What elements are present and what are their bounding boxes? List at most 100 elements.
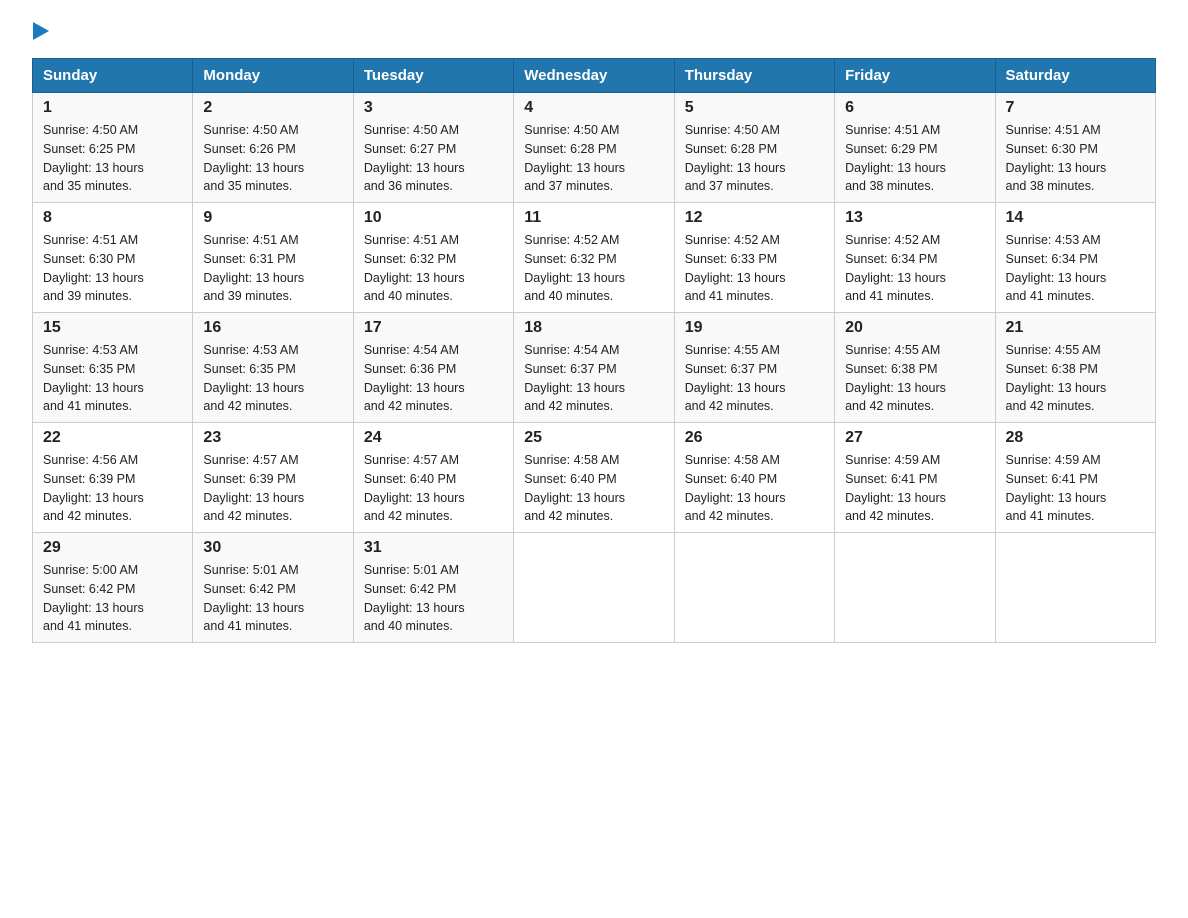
calendar-cell: 2 Sunrise: 4:50 AMSunset: 6:26 PMDayligh… (193, 93, 353, 203)
day-number: 17 (364, 319, 503, 337)
day-info: Sunrise: 4:51 AMSunset: 6:31 PMDaylight:… (203, 233, 304, 303)
calendar-cell: 12 Sunrise: 4:52 AMSunset: 6:33 PMDaylig… (674, 203, 834, 313)
day-number: 2 (203, 99, 342, 117)
calendar-week-row: 15 Sunrise: 4:53 AMSunset: 6:35 PMDaylig… (33, 313, 1156, 423)
calendar-table: SundayMondayTuesdayWednesdayThursdayFrid… (32, 58, 1156, 643)
calendar-cell: 1 Sunrise: 4:50 AMSunset: 6:25 PMDayligh… (33, 93, 193, 203)
day-number: 20 (845, 319, 984, 337)
day-number: 22 (43, 429, 182, 447)
day-info: Sunrise: 4:59 AMSunset: 6:41 PMDaylight:… (845, 453, 946, 523)
calendar-cell: 20 Sunrise: 4:55 AMSunset: 6:38 PMDaylig… (835, 313, 995, 423)
day-info: Sunrise: 4:54 AMSunset: 6:36 PMDaylight:… (364, 343, 465, 413)
day-number: 13 (845, 209, 984, 227)
calendar-header-friday: Friday (835, 59, 995, 93)
day-number: 3 (364, 99, 503, 117)
day-number: 16 (203, 319, 342, 337)
calendar-header-tuesday: Tuesday (353, 59, 513, 93)
calendar-cell: 27 Sunrise: 4:59 AMSunset: 6:41 PMDaylig… (835, 423, 995, 533)
day-info: Sunrise: 4:56 AMSunset: 6:39 PMDaylight:… (43, 453, 144, 523)
day-number: 6 (845, 99, 984, 117)
day-info: Sunrise: 4:50 AMSunset: 6:28 PMDaylight:… (524, 123, 625, 193)
day-info: Sunrise: 4:55 AMSunset: 6:38 PMDaylight:… (845, 343, 946, 413)
day-info: Sunrise: 4:58 AMSunset: 6:40 PMDaylight:… (685, 453, 786, 523)
calendar-header-row: SundayMondayTuesdayWednesdayThursdayFrid… (33, 59, 1156, 93)
day-info: Sunrise: 4:52 AMSunset: 6:32 PMDaylight:… (524, 233, 625, 303)
calendar-cell: 29 Sunrise: 5:00 AMSunset: 6:42 PMDaylig… (33, 533, 193, 643)
day-info: Sunrise: 4:52 AMSunset: 6:33 PMDaylight:… (685, 233, 786, 303)
day-info: Sunrise: 5:00 AMSunset: 6:42 PMDaylight:… (43, 563, 144, 633)
day-info: Sunrise: 5:01 AMSunset: 6:42 PMDaylight:… (203, 563, 304, 633)
day-number: 24 (364, 429, 503, 447)
day-info: Sunrise: 4:50 AMSunset: 6:28 PMDaylight:… (685, 123, 786, 193)
day-number: 15 (43, 319, 182, 337)
day-info: Sunrise: 4:53 AMSunset: 6:35 PMDaylight:… (203, 343, 304, 413)
day-number: 8 (43, 209, 182, 227)
day-info: Sunrise: 4:50 AMSunset: 6:25 PMDaylight:… (43, 123, 144, 193)
calendar-cell: 26 Sunrise: 4:58 AMSunset: 6:40 PMDaylig… (674, 423, 834, 533)
calendar-cell (835, 533, 995, 643)
day-info: Sunrise: 4:57 AMSunset: 6:40 PMDaylight:… (364, 453, 465, 523)
day-number: 25 (524, 429, 663, 447)
day-number: 14 (1006, 209, 1145, 227)
calendar-cell: 16 Sunrise: 4:53 AMSunset: 6:35 PMDaylig… (193, 313, 353, 423)
day-number: 4 (524, 99, 663, 117)
calendar-cell: 19 Sunrise: 4:55 AMSunset: 6:37 PMDaylig… (674, 313, 834, 423)
day-info: Sunrise: 4:54 AMSunset: 6:37 PMDaylight:… (524, 343, 625, 413)
day-info: Sunrise: 4:50 AMSunset: 6:27 PMDaylight:… (364, 123, 465, 193)
day-number: 19 (685, 319, 824, 337)
day-number: 12 (685, 209, 824, 227)
day-number: 11 (524, 209, 663, 227)
calendar-cell: 25 Sunrise: 4:58 AMSunset: 6:40 PMDaylig… (514, 423, 674, 533)
day-info: Sunrise: 4:52 AMSunset: 6:34 PMDaylight:… (845, 233, 946, 303)
day-number: 27 (845, 429, 984, 447)
day-info: Sunrise: 4:55 AMSunset: 6:38 PMDaylight:… (1006, 343, 1107, 413)
calendar-cell (995, 533, 1155, 643)
calendar-cell: 11 Sunrise: 4:52 AMSunset: 6:32 PMDaylig… (514, 203, 674, 313)
calendar-cell (674, 533, 834, 643)
calendar-cell (514, 533, 674, 643)
day-info: Sunrise: 4:51 AMSunset: 6:30 PMDaylight:… (1006, 123, 1107, 193)
calendar-cell: 3 Sunrise: 4:50 AMSunset: 6:27 PMDayligh… (353, 93, 513, 203)
calendar-cell: 18 Sunrise: 4:54 AMSunset: 6:37 PMDaylig… (514, 313, 674, 423)
calendar-cell: 4 Sunrise: 4:50 AMSunset: 6:28 PMDayligh… (514, 93, 674, 203)
calendar-header-sunday: Sunday (33, 59, 193, 93)
day-info: Sunrise: 4:51 AMSunset: 6:32 PMDaylight:… (364, 233, 465, 303)
day-info: Sunrise: 4:59 AMSunset: 6:41 PMDaylight:… (1006, 453, 1107, 523)
calendar-cell: 30 Sunrise: 5:01 AMSunset: 6:42 PMDaylig… (193, 533, 353, 643)
calendar-week-row: 1 Sunrise: 4:50 AMSunset: 6:25 PMDayligh… (33, 93, 1156, 203)
logo-arrow-icon (33, 22, 49, 40)
day-number: 10 (364, 209, 503, 227)
calendar-week-row: 8 Sunrise: 4:51 AMSunset: 6:30 PMDayligh… (33, 203, 1156, 313)
day-number: 30 (203, 539, 342, 557)
calendar-cell: 17 Sunrise: 4:54 AMSunset: 6:36 PMDaylig… (353, 313, 513, 423)
calendar-cell: 24 Sunrise: 4:57 AMSunset: 6:40 PMDaylig… (353, 423, 513, 533)
day-number: 23 (203, 429, 342, 447)
calendar-week-row: 29 Sunrise: 5:00 AMSunset: 6:42 PMDaylig… (33, 533, 1156, 643)
calendar-cell: 5 Sunrise: 4:50 AMSunset: 6:28 PMDayligh… (674, 93, 834, 203)
calendar-cell: 14 Sunrise: 4:53 AMSunset: 6:34 PMDaylig… (995, 203, 1155, 313)
day-info: Sunrise: 4:51 AMSunset: 6:29 PMDaylight:… (845, 123, 946, 193)
day-number: 18 (524, 319, 663, 337)
page-header (32, 24, 1156, 42)
calendar-cell: 21 Sunrise: 4:55 AMSunset: 6:38 PMDaylig… (995, 313, 1155, 423)
calendar-cell: 7 Sunrise: 4:51 AMSunset: 6:30 PMDayligh… (995, 93, 1155, 203)
calendar-cell: 10 Sunrise: 4:51 AMSunset: 6:32 PMDaylig… (353, 203, 513, 313)
day-info: Sunrise: 4:51 AMSunset: 6:30 PMDaylight:… (43, 233, 144, 303)
calendar-cell: 8 Sunrise: 4:51 AMSunset: 6:30 PMDayligh… (33, 203, 193, 313)
calendar-cell: 13 Sunrise: 4:52 AMSunset: 6:34 PMDaylig… (835, 203, 995, 313)
day-info: Sunrise: 4:58 AMSunset: 6:40 PMDaylight:… (524, 453, 625, 523)
day-info: Sunrise: 4:53 AMSunset: 6:35 PMDaylight:… (43, 343, 144, 413)
calendar-cell: 6 Sunrise: 4:51 AMSunset: 6:29 PMDayligh… (835, 93, 995, 203)
day-number: 29 (43, 539, 182, 557)
calendar-cell: 22 Sunrise: 4:56 AMSunset: 6:39 PMDaylig… (33, 423, 193, 533)
day-info: Sunrise: 4:53 AMSunset: 6:34 PMDaylight:… (1006, 233, 1107, 303)
calendar-header-wednesday: Wednesday (514, 59, 674, 93)
calendar-cell: 9 Sunrise: 4:51 AMSunset: 6:31 PMDayligh… (193, 203, 353, 313)
day-number: 9 (203, 209, 342, 227)
day-info: Sunrise: 4:57 AMSunset: 6:39 PMDaylight:… (203, 453, 304, 523)
day-number: 7 (1006, 99, 1145, 117)
calendar-cell: 23 Sunrise: 4:57 AMSunset: 6:39 PMDaylig… (193, 423, 353, 533)
day-info: Sunrise: 4:50 AMSunset: 6:26 PMDaylight:… (203, 123, 304, 193)
day-number: 28 (1006, 429, 1145, 447)
calendar-cell: 15 Sunrise: 4:53 AMSunset: 6:35 PMDaylig… (33, 313, 193, 423)
